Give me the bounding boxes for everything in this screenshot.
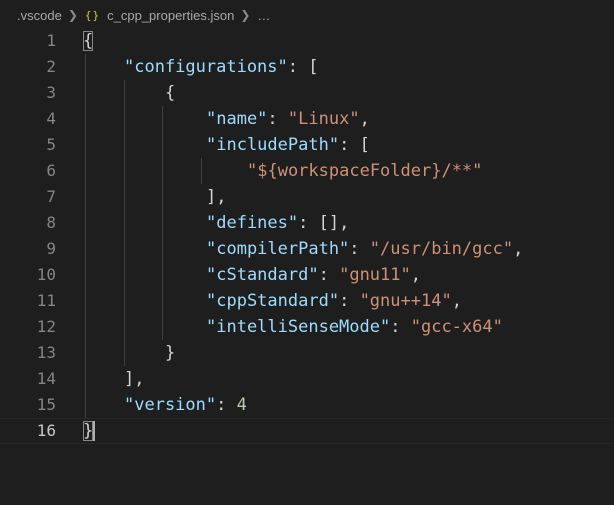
code-line[interactable]: 13 } [0,340,614,366]
code-line[interactable]: 11 "cppStandard": "gnu++14", [0,288,614,314]
line-number: 11 [36,291,56,310]
json-file-icon: {} [84,8,101,22]
code-line[interactable]: 12 "intelliSenseMode": "gcc-x64" [0,314,614,340]
breadcrumb-file[interactable]: c_cpp_properties.json [107,8,234,23]
code-text[interactable]: "cppStandard": "gnu++14", [83,288,462,314]
breadcrumb: .vscode ❯ {} c_cpp_properties.json ❯ … [0,0,614,30]
code-line[interactable]: 1{ [0,28,614,54]
breadcrumb-ellipsis[interactable]: … [257,8,270,23]
code-line[interactable]: 3 { [0,80,614,106]
code-line[interactable]: 6 "${workspaceFolder}/**" [0,158,614,184]
line-number: 13 [36,343,56,362]
text-cursor [92,421,95,441]
line-number: 14 [36,369,56,388]
line-number: 7 [46,187,56,206]
line-number: 2 [46,57,56,76]
code-line[interactable]: 5 "includePath": [ [0,132,614,158]
line-number: 3 [46,83,56,102]
code-text[interactable]: "${workspaceFolder}/**" [83,158,482,184]
line-number: 8 [46,213,56,232]
code-line[interactable]: 4 "name": "Linux", [0,106,614,132]
line-number: 1 [46,31,56,50]
code-text[interactable]: "version": 4 [83,392,247,418]
code-editor[interactable]: .vscode ❯ {} c_cpp_properties.json ❯ … 1… [0,0,614,505]
code-line[interactable]: 2 "configurations": [ [0,54,614,80]
code-line[interactable]: 10 "cStandard": "gnu11", [0,262,614,288]
line-number: 16 [36,421,56,440]
code-text[interactable]: ], [83,184,227,210]
line-number: 12 [36,317,56,336]
chevron-right-icon: ❯ [67,8,78,22]
line-number: 10 [36,265,56,284]
code-text[interactable]: { [83,80,175,106]
code-line[interactable]: 9 "compilerPath": "/usr/bin/gcc", [0,236,614,262]
code-area[interactable]: 1{2 "configurations": [3 {4 "name": "Lin… [0,28,614,505]
code-text[interactable]: } [83,340,175,366]
code-text[interactable]: "compilerPath": "/usr/bin/gcc", [83,236,523,262]
code-line[interactable]: 14 ], [0,366,614,392]
code-text[interactable]: { [83,28,94,54]
code-text[interactable]: "cStandard": "gnu11", [83,262,421,288]
indent-guide [85,54,86,418]
code-line[interactable]: 15 "version": 4 [0,392,614,418]
code-text[interactable]: "name": "Linux", [83,106,370,132]
code-text[interactable]: "configurations": [ [83,54,319,80]
indent-guide [123,80,125,366]
line-number: 9 [46,239,56,258]
code-line[interactable]: 8 "defines": [], [0,210,614,236]
indent-guide [200,158,202,184]
breadcrumb-folder[interactable]: .vscode [17,8,62,23]
line-number: 5 [46,135,56,154]
code-line[interactable]: 7 ], [0,184,614,210]
indent-guide [162,106,164,340]
code-text[interactable]: "intelliSenseMode": "gcc-x64" [83,314,503,340]
code-text[interactable]: ], [83,366,145,392]
line-number: 4 [46,109,56,128]
code-text[interactable]: "includePath": [ [83,132,370,158]
chevron-right-icon: ❯ [240,8,251,22]
line-number: 15 [36,395,56,414]
line-number: 6 [46,161,56,180]
